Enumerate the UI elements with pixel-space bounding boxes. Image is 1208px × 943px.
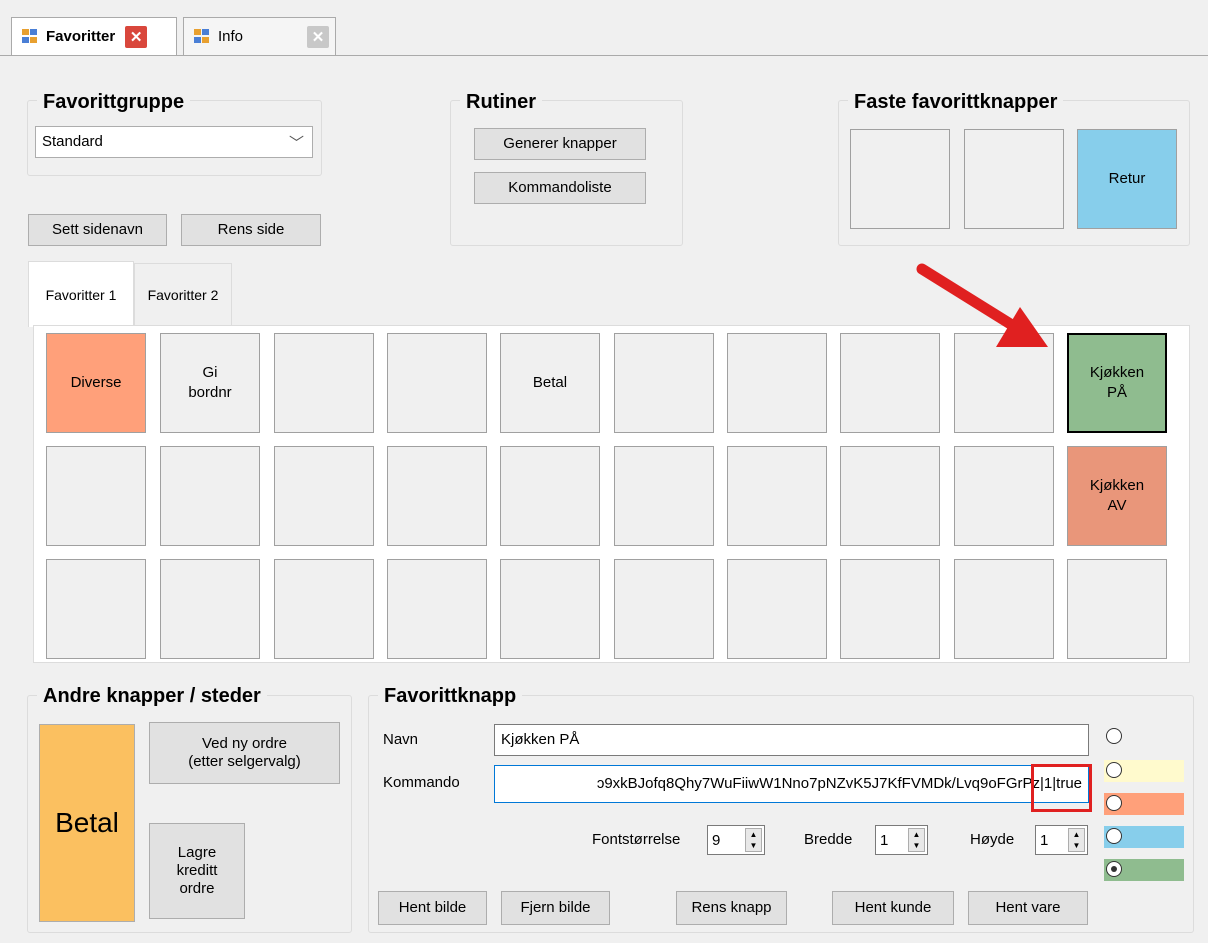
rutiner-title: Rutiner (460, 90, 542, 114)
spinner-arrows-icon[interactable]: ▲ ▼ (745, 828, 762, 852)
favoritt-button[interactable] (727, 559, 827, 659)
lagre-kreditt-ordre-button[interactable]: Lagre kreditt ordre (149, 823, 245, 919)
radio-dot-icon (1111, 866, 1117, 872)
tab-favoritter-1[interactable]: Favoritter 1 (28, 261, 134, 327)
favoritt-button[interactable] (274, 333, 374, 433)
fontstorrelse-value: 9 (712, 831, 721, 849)
favoritt-button[interactable] (727, 333, 827, 433)
chevron-down-icon: ﹀ (288, 135, 304, 152)
favoritt-button[interactable]: Betal (500, 333, 600, 433)
favoritt-button[interactable]: Gi bordnr (160, 333, 260, 433)
fontstorrelse-label: Fontstørrelse (592, 831, 681, 848)
close-icon[interactable]: ✕ (307, 25, 329, 48)
hoyde-label: Høyde (970, 831, 1015, 848)
bredde-spinner[interactable]: 1 ▲ ▼ (875, 825, 928, 855)
rens-side-button[interactable]: Rens side (181, 214, 321, 246)
andre-betal-button[interactable]: Betal (39, 724, 135, 922)
hent-bilde-button[interactable]: Hent bilde (378, 891, 487, 925)
favoritt-button[interactable] (46, 559, 146, 659)
favorittgruppe-select[interactable]: Standard ﹀ (35, 126, 313, 158)
fjern-bilde-button[interactable]: Fjern bilde (501, 891, 610, 925)
retur-button[interactable]: Retur (1077, 129, 1177, 229)
tab-favoritter[interactable]: Favoritter ✕ (11, 17, 177, 55)
favoritt-button[interactable] (387, 559, 487, 659)
favoritt-button[interactable] (727, 446, 827, 546)
favorittgruppe-selected: Standard (42, 133, 103, 150)
tab-favoritter-2-label: Favoritter 2 (147, 286, 219, 303)
tab-info-label: Info (218, 28, 244, 45)
navn-label: Navn (383, 731, 419, 748)
favoritt-button[interactable]: Diverse (46, 333, 146, 433)
favorites-tab-icon (22, 28, 40, 45)
ved-ny-ordre-button[interactable]: Ved ny ordre (etter selgervalg) (149, 722, 340, 784)
favoritt-button[interactable] (387, 446, 487, 546)
favoritt-button[interactable]: Kjøkken PÅ (1067, 333, 1167, 433)
fontstorrelse-spinner[interactable]: 9 ▲ ▼ (707, 825, 765, 855)
hoyde-value: 1 (1040, 831, 1049, 849)
kommando-field[interactable]: ɔ9xkBJofq8Qhy7WuFiiwW1Nno7pNZvK5J7KfFVMD… (494, 765, 1089, 803)
favoritt-button[interactable] (840, 446, 940, 546)
color-radio[interactable] (1104, 826, 1184, 848)
spinner-arrows-icon[interactable]: ▲ ▼ (1068, 828, 1085, 852)
kommando-value: ɔ9xkBJofq8Qhy7WuFiiwW1Nno7pNZvK5J7KfFVMD… (596, 775, 1082, 792)
favoritt-button[interactable] (160, 446, 260, 546)
radio-circle-icon (1106, 762, 1122, 778)
bredde-label: Bredde (804, 831, 853, 848)
kommando-label: Kommando (383, 774, 460, 791)
bredde-value: 1 (880, 831, 889, 849)
info-tab-icon (194, 28, 212, 45)
navn-field[interactable]: Kjøkken PÅ (494, 724, 1089, 756)
generer-knapper-button[interactable]: Generer knapper (474, 128, 646, 160)
tab-favoritter-1-label: Favoritter 1 (45, 286, 117, 303)
favoritt-button[interactable] (614, 446, 714, 546)
color-radio[interactable] (1104, 760, 1184, 782)
favorittgruppe-title: Favorittgruppe (37, 90, 191, 114)
favoritt-button[interactable] (954, 446, 1054, 546)
hoyde-spinner[interactable]: 1 ▲ ▼ (1035, 825, 1088, 855)
hent-kunde-button[interactable]: Hent kunde (832, 891, 954, 925)
kommandoliste-button[interactable]: Kommandoliste (474, 172, 646, 204)
favoritt-button[interactable] (954, 559, 1054, 659)
radio-circle-icon (1106, 795, 1122, 811)
favorittknapp-title: Favorittknapp (378, 684, 523, 708)
red-arrow-annotation (916, 263, 1048, 347)
color-radio[interactable] (1104, 793, 1184, 815)
favoritt-button[interactable] (274, 446, 374, 546)
color-radio[interactable] (1104, 859, 1184, 881)
faste-button-1[interactable] (850, 129, 950, 229)
rens-knapp-button[interactable]: Rens knapp (676, 891, 787, 925)
favoritt-button[interactable] (1067, 559, 1167, 659)
favoritt-button[interactable] (387, 333, 487, 433)
faste-button-2[interactable] (964, 129, 1064, 229)
tab-strip-line (0, 55, 1208, 56)
spinner-arrows-icon[interactable]: ▲ ▼ (908, 828, 925, 852)
tab-favoritter-label: Favoritter (46, 28, 116, 45)
favoritt-button[interactable] (500, 559, 600, 659)
tab-favoritter-2[interactable]: Favoritter 2 (134, 263, 232, 325)
favoritt-button[interactable] (500, 446, 600, 546)
favoritt-button[interactable] (274, 559, 374, 659)
favoritt-button[interactable] (840, 559, 940, 659)
radio-circle-icon (1106, 861, 1122, 877)
favoritt-button[interactable]: Kjøkken AV (1067, 446, 1167, 546)
favoritt-button[interactable] (614, 559, 714, 659)
radio-circle-icon (1106, 828, 1122, 844)
close-icon[interactable]: ✕ (125, 25, 148, 48)
tab-info[interactable]: Info ✕ (183, 17, 336, 55)
favoritt-button[interactable] (160, 559, 260, 659)
hent-vare-button[interactable]: Hent vare (968, 891, 1088, 925)
color-radio[interactable] (1104, 726, 1184, 748)
highlight-box (1031, 764, 1092, 812)
andre-title: Andre knapper / steder (37, 684, 267, 708)
favoritt-button[interactable] (614, 333, 714, 433)
sett-sidenavn-button[interactable]: Sett sidenavn (28, 214, 167, 246)
radio-circle-icon (1106, 728, 1122, 744)
favoritt-button[interactable] (46, 446, 146, 546)
faste-title: Faste favorittknapper (848, 90, 1064, 114)
